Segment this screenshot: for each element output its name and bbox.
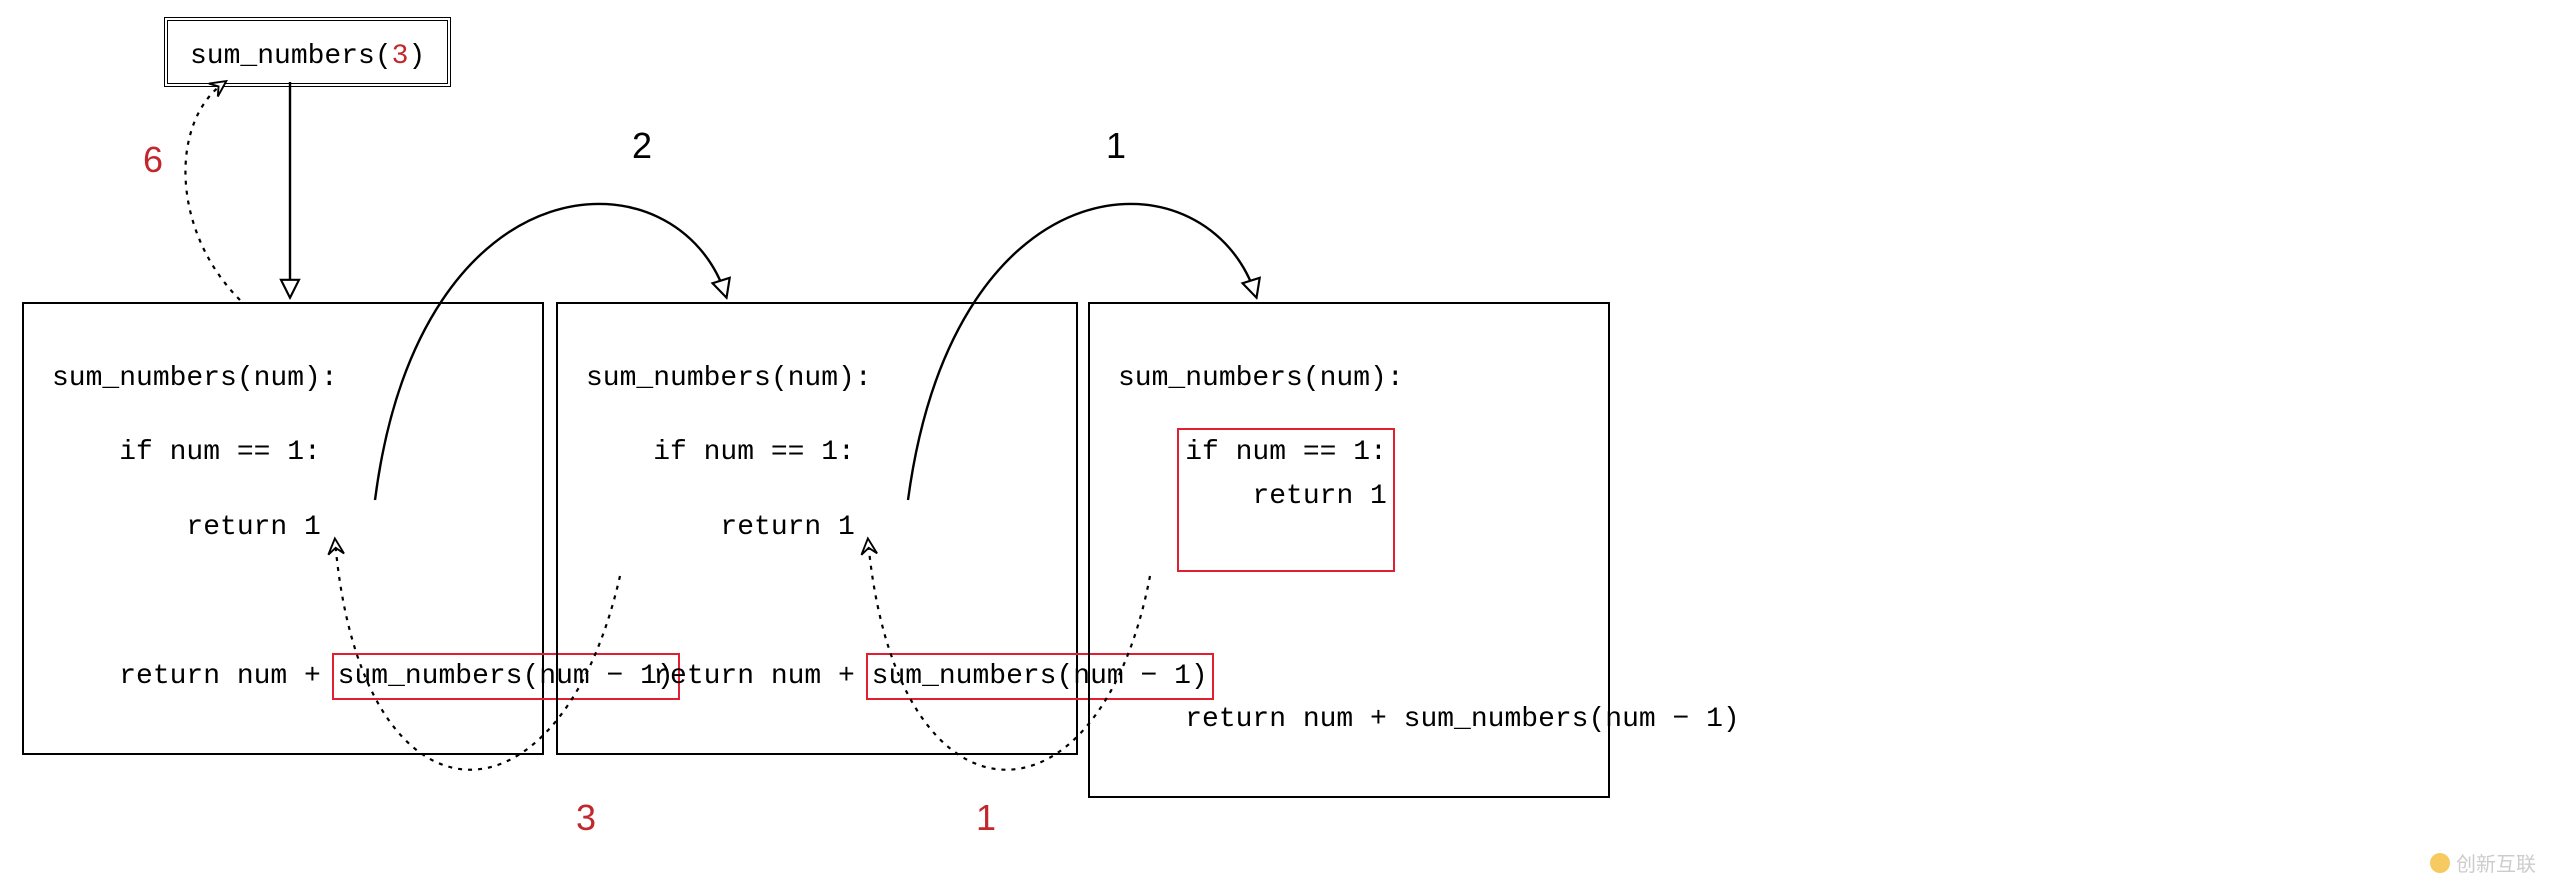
watermark-text: 创新互联: [2456, 848, 2536, 877]
code-frame-2: sum_numbers(num): if num == 1: return 1 …: [556, 302, 1078, 755]
code-line: [586, 580, 1048, 623]
code-line: if num == 1:: [586, 431, 1048, 474]
entry-fn: sum_numbers: [190, 41, 375, 72]
code-line: return 1: [52, 506, 514, 549]
code-line: sum_numbers(num):: [1118, 357, 1580, 400]
code-line: return num + sum_numbers(num − 1): [52, 655, 514, 698]
entry-arg: 3: [392, 41, 409, 72]
forward-label-2: 2: [632, 128, 652, 164]
highlight-base-case: if num == 1: return 1: [1177, 428, 1395, 572]
code-line: return 1: [586, 506, 1048, 549]
code-frame-3: sum_numbers(num): if num == 1: return 1 …: [1088, 302, 1610, 798]
code-line: if num == 1:: [52, 431, 514, 474]
arrow-return-1-to-entry: [185, 82, 240, 300]
return-label-6: 6: [143, 142, 163, 178]
watermark: 创新互联: [2430, 848, 2536, 877]
entry-call-box: sum_numbers(3): [164, 17, 451, 87]
code-frame-1: sum_numbers(num): if num == 1: return 1 …: [22, 302, 544, 755]
return-label-3: 3: [576, 800, 596, 836]
code-line: return num + sum_numbers(num − 1): [1118, 698, 1580, 741]
code-line: sum_numbers(num):: [52, 357, 514, 400]
code-line: [52, 580, 514, 623]
forward-label-1: 1: [1106, 128, 1126, 164]
code-line: return num + sum_numbers(num − 1): [586, 655, 1048, 698]
watermark-icon: [2430, 853, 2450, 873]
return-label-1: 1: [976, 800, 996, 836]
code-line: if num == 1: return 1: [1118, 431, 1580, 518]
code-line: sum_numbers(num):: [586, 357, 1048, 400]
code-line: [1118, 624, 1580, 667]
